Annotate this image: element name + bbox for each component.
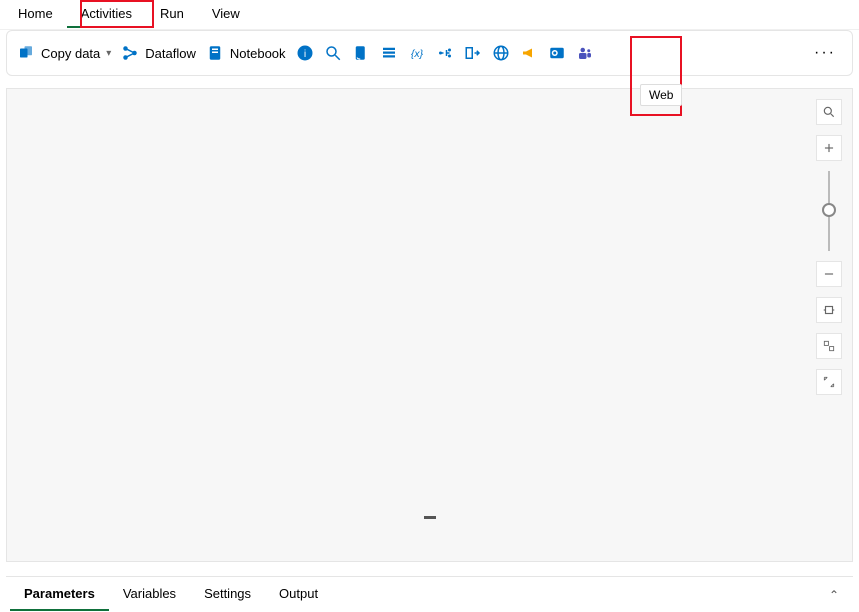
pipeline-canvas[interactable]: [6, 88, 853, 562]
bottom-tab-variables[interactable]: Variables: [109, 578, 190, 611]
canvas-tool-column: [816, 99, 842, 395]
variable-icon[interactable]: {x}: [408, 44, 426, 62]
svg-text:{x}: {x}: [410, 48, 423, 60]
dataflow-label: Dataflow: [145, 46, 196, 61]
svg-text:i: i: [303, 48, 305, 60]
chevron-down-icon: ▾: [106, 48, 111, 59]
bottom-tab-output[interactable]: Output: [265, 578, 332, 611]
zoom-out-button[interactable]: [816, 261, 842, 287]
outlook-icon[interactable]: [548, 44, 566, 62]
tab-run[interactable]: Run: [146, 1, 198, 28]
activities-toolbar: Copy data ▾ Dataflow Notebook i {x} ···: [6, 30, 853, 76]
bottom-tab-settings[interactable]: Settings: [190, 578, 265, 611]
ribbon-tabs: Home Activities Run View: [0, 0, 859, 30]
dataflow-button[interactable]: Dataflow: [121, 44, 196, 62]
dataflow-icon: [121, 44, 139, 62]
canvas-divider-tick: [424, 516, 436, 519]
tab-home[interactable]: Home: [4, 1, 67, 28]
reset-zoom-button[interactable]: [816, 333, 842, 359]
copy-data-icon: [17, 44, 35, 62]
function-icon[interactable]: [436, 44, 454, 62]
announce-icon[interactable]: [520, 44, 538, 62]
tab-activities[interactable]: Activities: [67, 1, 146, 28]
copy-data-label: Copy data: [41, 46, 100, 61]
web-icon[interactable]: [492, 44, 510, 62]
notebook-button[interactable]: Notebook: [206, 44, 286, 62]
zoom-slider[interactable]: [828, 171, 830, 251]
panel-icon[interactable]: [464, 44, 482, 62]
fit-to-screen-button[interactable]: [816, 297, 842, 323]
collapse-panel-button[interactable]: ⌃: [829, 588, 849, 602]
list-icon[interactable]: [380, 44, 398, 62]
notebook-label: Notebook: [230, 46, 286, 61]
bottom-panel-tabs: Parameters Variables Settings Output ⌃: [6, 576, 853, 612]
zoom-in-button[interactable]: [816, 135, 842, 161]
notebook-icon: [206, 44, 224, 62]
overflow-button[interactable]: ···: [814, 44, 842, 62]
fullscreen-button[interactable]: [816, 369, 842, 395]
copy-data-button[interactable]: Copy data ▾: [17, 44, 111, 62]
web-tooltip: Web: [640, 84, 682, 106]
canvas-search-button[interactable]: [816, 99, 842, 125]
zoom-slider-thumb[interactable]: [822, 203, 836, 217]
info-icon[interactable]: i: [296, 44, 314, 62]
tab-view[interactable]: View: [198, 1, 254, 28]
bottom-tab-parameters[interactable]: Parameters: [10, 578, 109, 611]
search-icon[interactable]: [324, 44, 342, 62]
teams-icon[interactable]: [576, 44, 594, 62]
script-icon[interactable]: [352, 44, 370, 62]
